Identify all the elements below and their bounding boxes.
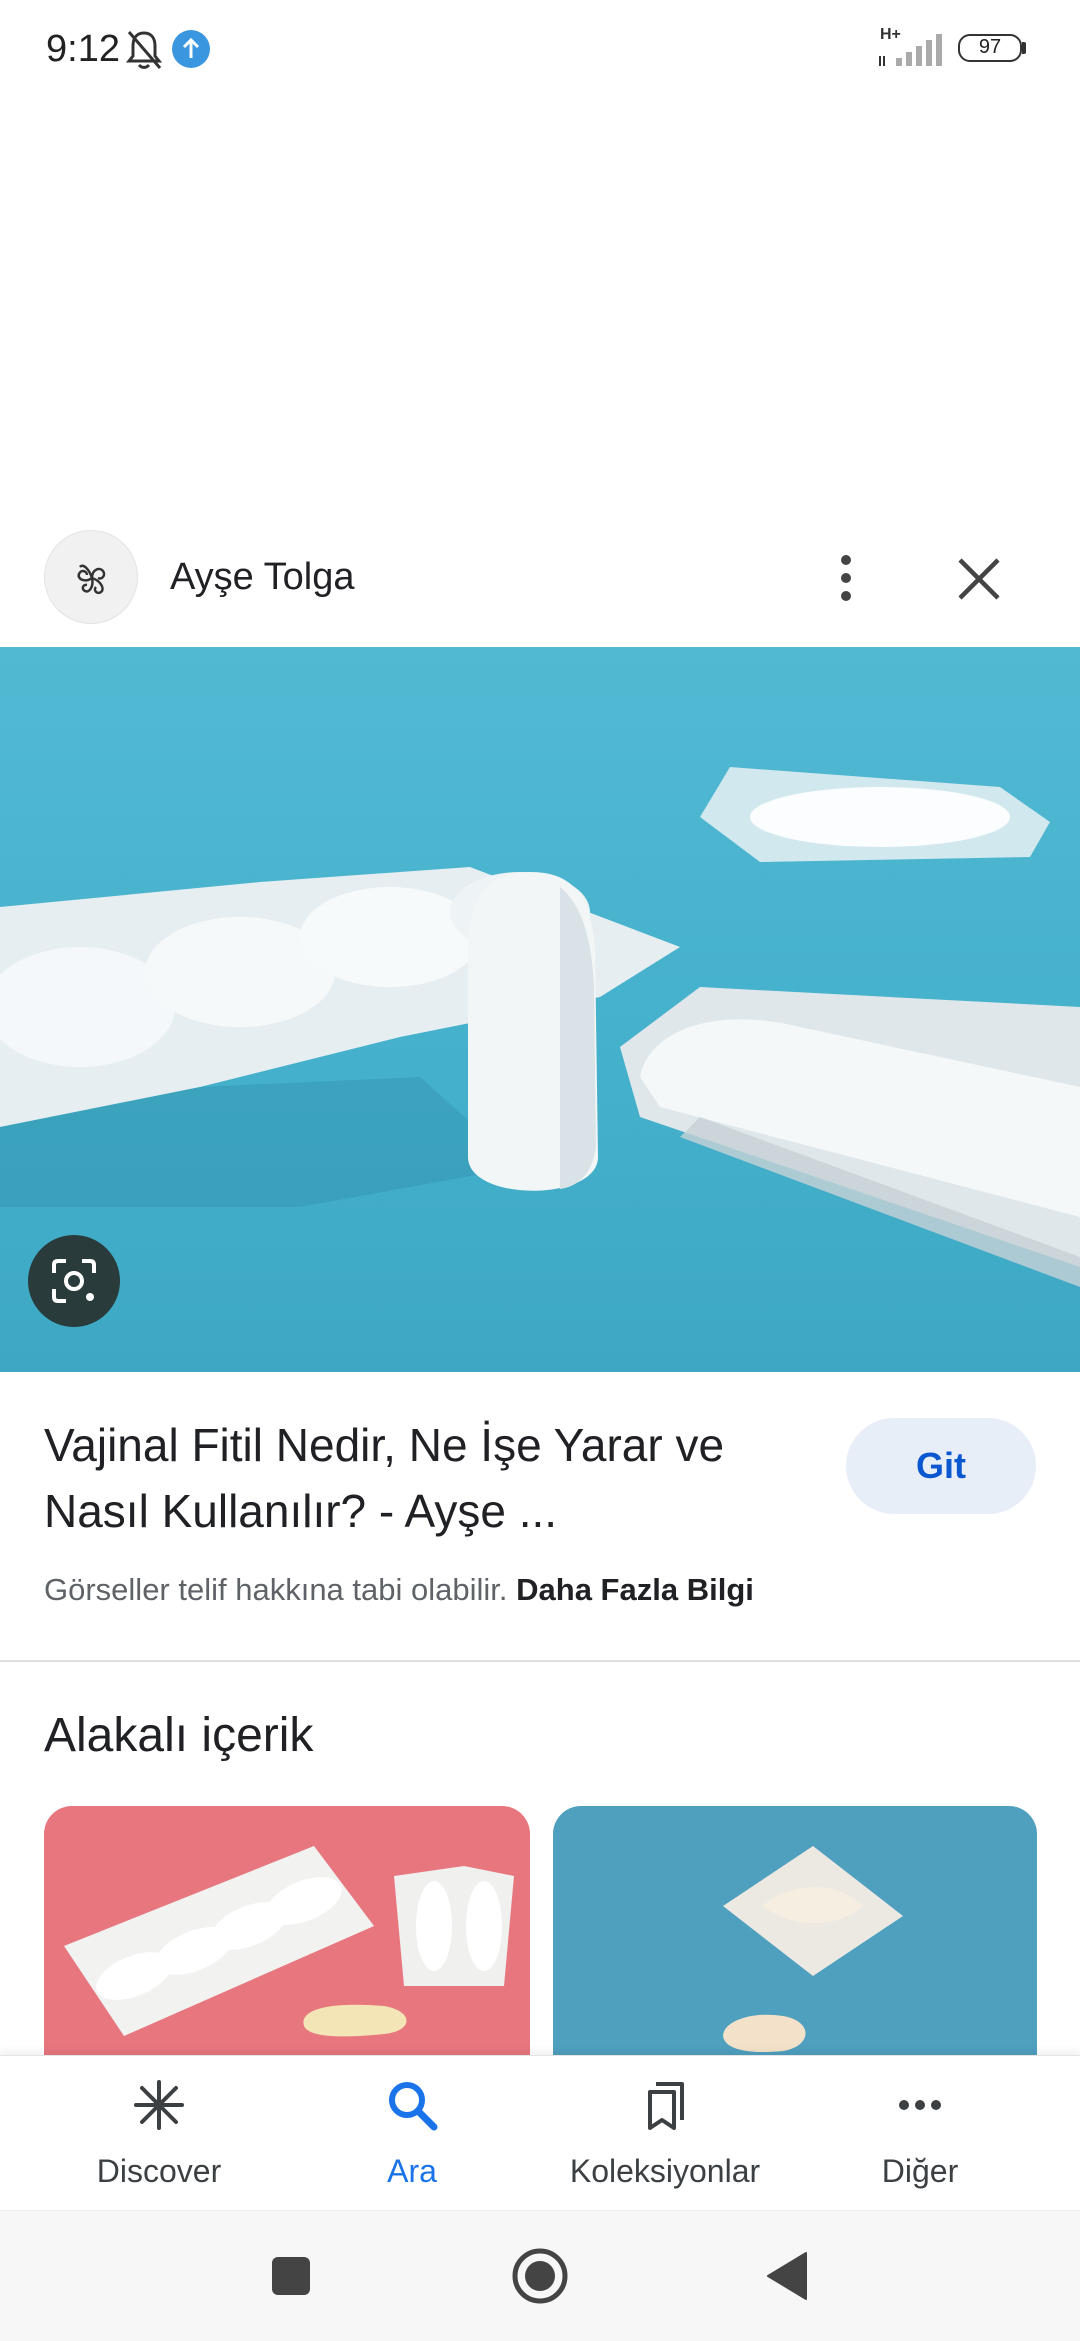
nav-discover[interactable]: Discover	[24, 2056, 294, 2211]
copyright-text: Görseller telif hakkına tabi olabilir.	[44, 1572, 508, 1607]
home-icon[interactable]	[505, 2241, 575, 2311]
status-time: 9:12	[46, 28, 120, 70]
result-image[interactable]	[0, 647, 1080, 1372]
battery-icon: 97	[958, 34, 1022, 62]
site-name[interactable]: Ayşe Tolga	[170, 552, 355, 602]
nav-more[interactable]: Diğer	[785, 2056, 1055, 2211]
result-title[interactable]: Vajinal Fitil Nedir, Ne İşe Yarar ve Nas…	[44, 1412, 804, 1544]
status-bar: 9:12 H+ 97	[0, 0, 1080, 100]
more-info-link[interactable]: Daha Fazla Bilgi	[516, 1572, 754, 1607]
bookmarks-icon	[648, 2082, 684, 2130]
related-image	[723, 1846, 903, 2053]
upload-status-icon	[172, 30, 210, 68]
back-icon[interactable]	[754, 2241, 824, 2311]
nav-label: Ara	[387, 2153, 437, 2189]
suppository-photo	[0, 767, 1080, 1287]
copyright-notice: Görseller telif hakkına tabi olabilir. D…	[44, 1568, 754, 1612]
section-divider	[0, 1660, 1080, 1662]
recents-icon[interactable]	[256, 2241, 326, 2311]
signal-icon	[879, 34, 942, 66]
more-horizontal-icon	[899, 2100, 941, 2110]
visit-button[interactable]: Git	[846, 1418, 1036, 1514]
nav-label: Diğer	[881, 2153, 959, 2189]
site-favicon-icon[interactable]	[44, 530, 138, 624]
related-card[interactable]	[553, 1806, 1037, 2056]
nav-search[interactable]: Ara	[277, 2056, 547, 2211]
battery-tip	[1022, 42, 1026, 54]
asterisk-icon	[134, 2080, 184, 2130]
nav-label: Discover	[96, 2153, 222, 2189]
bell-off-icon	[125, 31, 163, 69]
related-image	[64, 1846, 514, 2037]
related-card[interactable]	[44, 1806, 530, 2056]
system-navigation	[0, 2210, 1080, 2341]
lens-search-icon[interactable]	[28, 1235, 120, 1327]
nav-collections[interactable]: Koleksiyonlar	[530, 2056, 800, 2211]
close-icon[interactable]	[950, 550, 1008, 608]
related-heading: Alakalı içerik	[44, 1709, 314, 1762]
search-icon	[389, 2082, 438, 2131]
more-vertical-icon[interactable]	[818, 548, 874, 608]
result-header: Ayşe Tolga	[0, 520, 1080, 648]
nav-label: Koleksiyonlar	[569, 2153, 761, 2189]
bottom-navigation: Discover Ara Koleksiyonlar Diğer	[0, 2055, 1080, 2211]
